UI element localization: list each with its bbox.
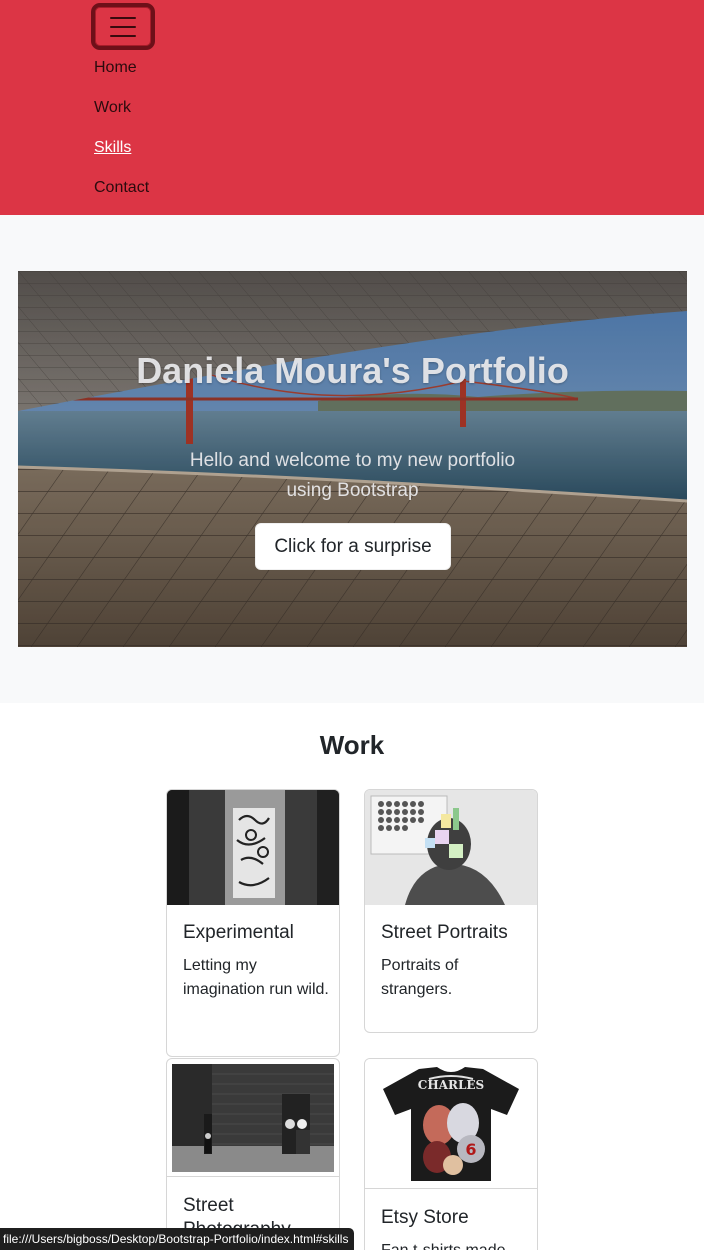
work-card-etsy-store[interactable]: CHARLES 6 Etsy Store Fan t-shirts made <box>364 1058 538 1250</box>
card-title: Etsy Store <box>381 1207 469 1228</box>
work-card-street-photography[interactable]: Street Photography <box>166 1058 340 1250</box>
card-title: Experimental <box>183 922 294 943</box>
card-text: Fan t-shirts made <box>381 1239 531 1250</box>
hero-section: Daniela Moura's Portfolio Hello and welc… <box>0 215 704 703</box>
navbar: Home Work Skills Contact <box>0 0 704 215</box>
hero-subtitle: Hello and welcome to my new portfolio us… <box>189 450 516 501</box>
card-text: Portraits of strangers. <box>381 957 459 998</box>
experimental-card-image <box>167 790 339 905</box>
nav-links: Home Work Skills Contact <box>94 56 149 216</box>
navbar-toggler-button[interactable] <box>91 3 155 50</box>
card-title: Street Portraits <box>381 922 508 943</box>
street-portraits-card-image <box>365 790 537 905</box>
nav-link-skills[interactable]: Skills <box>94 139 131 156</box>
hamburger-menu-icon <box>110 16 136 37</box>
hero-title: Daniela Moura's Portfolio <box>136 350 569 391</box>
surprise-button[interactable]: Click for a surprise <box>255 523 451 570</box>
nav-link-home[interactable]: Home <box>94 59 137 76</box>
nav-link-work[interactable]: Work <box>94 99 131 116</box>
nav-link-contact[interactable]: Contact <box>94 179 149 196</box>
link-status-bar: file:///Users/bigboss/Desktop/Bootstrap-… <box>0 1228 355 1250</box>
svg-text:6: 6 <box>465 1140 476 1159</box>
work-card-experimental[interactable]: Experimental Letting my imagination run … <box>166 789 340 1057</box>
card-image-frame <box>167 1059 339 1177</box>
hero-banner: Daniela Moura's Portfolio Hello and welc… <box>18 271 687 647</box>
svg-text:CHARLES: CHARLES <box>418 1078 484 1092</box>
work-section-title: Work <box>319 730 385 760</box>
card-text: Letting my imagination run wild. <box>183 957 329 998</box>
card-image-frame: CHARLES 6 <box>365 1059 537 1189</box>
street-photography-card-image <box>172 1064 334 1172</box>
work-card-street-portraits[interactable]: Street Portraits Portraits of strangers. <box>364 789 538 1033</box>
etsy-tshirt-card-image: CHARLES 6 <box>383 1067 519 1181</box>
